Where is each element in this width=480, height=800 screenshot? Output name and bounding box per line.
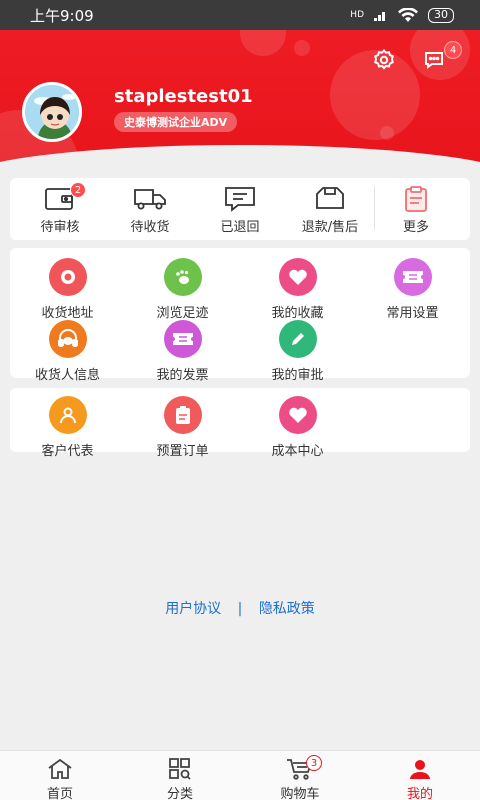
order-returned[interactable]: 已退回 <box>200 186 280 235</box>
service-label: 我的发票 <box>156 368 209 383</box>
service-favorites[interactable]: 我的收藏 <box>240 258 355 321</box>
network-type: HD <box>350 10 364 20</box>
ticket-icon <box>393 258 432 296</box>
service-label: 常用设置 <box>386 306 439 321</box>
service-label: 收货地址 <box>41 306 94 321</box>
user-icon <box>410 760 430 779</box>
order-label: 更多 <box>402 220 429 235</box>
profile-header: 4 staplestest01 史泰博测试企业ADV <box>0 30 480 175</box>
service-common-settings[interactable]: 常用设置 <box>355 258 470 321</box>
order-refund-aftersale[interactable]: 退款/售后 <box>290 186 370 235</box>
messages-button[interactable]: 4 <box>418 41 462 76</box>
extra-preset-order[interactable]: 预置订单 <box>125 396 240 459</box>
user-icon <box>48 396 87 434</box>
clipboard-icon <box>405 186 427 212</box>
service-receiver-info[interactable]: 收货人信息 <box>10 320 125 383</box>
pencil-icon <box>278 320 317 358</box>
extra-label: 成本中心 <box>271 444 324 459</box>
tab-category[interactable]: 分类 <box>120 751 240 800</box>
order-label: 已退回 <box>220 220 260 235</box>
service-my-invoices[interactable]: 我的发票 <box>125 320 240 383</box>
invoice-icon <box>163 320 202 358</box>
location-pin-icon <box>48 258 87 296</box>
extras-card: 客户代表 预置订单 成本中心 <box>10 388 470 459</box>
extra-cost-center[interactable]: 成本中心 <box>240 396 355 459</box>
document-icon <box>163 396 202 434</box>
shield-icon <box>316 187 344 209</box>
extra-label: 客户代表 <box>41 444 94 459</box>
tab-home[interactable]: 首页 <box>0 751 120 800</box>
username: staplestest01 <box>114 86 253 107</box>
user-agreement-link[interactable]: 用户协议 <box>165 598 221 618</box>
truck-icon <box>134 189 166 210</box>
footprint-icon <box>163 258 202 296</box>
chat-bubble-icon <box>425 52 443 69</box>
battery-indicator: 30 <box>428 7 454 23</box>
order-pending-review[interactable]: 2 待审核 <box>20 182 100 235</box>
grid-search-icon <box>169 758 191 780</box>
heart-icon <box>278 258 317 296</box>
cart-count-badge: 3 <box>306 755 322 771</box>
extra-customer-rep[interactable]: 客户代表 <box>10 396 125 459</box>
privacy-policy-link[interactable]: 隐私政策 <box>259 598 315 618</box>
wifi-icon <box>398 8 418 22</box>
tab-cart[interactable]: 3 购物车 <box>240 751 360 800</box>
service-shipping-address[interactable]: 收货地址 <box>10 258 125 321</box>
pending-review-badge: 2 <box>70 182 86 198</box>
tab-mine[interactable]: 我的 <box>360 751 480 800</box>
bottom-tab-bar: 首页 分类 3 购物车 我的 <box>0 750 480 800</box>
link-separator: | <box>237 601 243 617</box>
home-icon <box>48 758 72 779</box>
company-badge: 史泰博测试企业ADV <box>114 112 238 132</box>
order-to-receive[interactable]: 待收货 <box>110 186 190 235</box>
tab-label: 首页 <box>46 787 73 800</box>
status-icons: HD 30 <box>350 7 454 23</box>
message-count-badge: 4 <box>444 41 462 59</box>
order-label: 退款/售后 <box>301 220 359 235</box>
avatar[interactable] <box>22 82 82 142</box>
gear-icon <box>374 49 394 70</box>
order-label: 待审核 <box>40 220 80 235</box>
tab-label: 分类 <box>166 787 193 800</box>
services-card: 收货地址 浏览足迹 我的收藏 常用设置 收货人信息 我的发票 我的审批 <box>10 248 470 383</box>
service-label: 我的收藏 <box>271 306 324 321</box>
service-label: 收货人信息 <box>34 368 100 383</box>
extra-label: 预置订单 <box>156 444 209 459</box>
tab-label: 购物车 <box>280 787 320 800</box>
order-label: 待收货 <box>130 220 170 235</box>
service-browse-history[interactable]: 浏览足迹 <box>125 258 240 321</box>
status-time: 上午9:09 <box>30 6 94 25</box>
message-box-icon <box>225 187 255 212</box>
heart-icon <box>278 396 317 434</box>
service-label: 浏览足迹 <box>156 306 209 321</box>
settings-button[interactable] <box>368 44 400 76</box>
status-bar: 上午9:09 HD 30 <box>0 0 480 30</box>
tab-label: 我的 <box>406 787 433 800</box>
footer-links: 用户协议 | 隐私政策 <box>0 598 480 618</box>
order-status-card: 2 待审核 待收货 已退回 退款/售后 更多 <box>10 178 470 240</box>
signal-icon <box>374 12 385 21</box>
headset-icon <box>48 320 87 358</box>
service-label: 我的审批 <box>271 368 324 383</box>
order-more[interactable]: 更多 <box>376 186 456 235</box>
service-my-approvals[interactable]: 我的审批 <box>240 320 355 383</box>
